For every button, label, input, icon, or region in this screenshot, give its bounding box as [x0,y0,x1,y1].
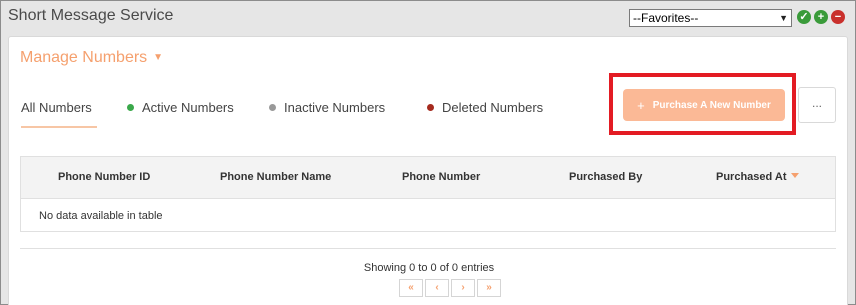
section-title[interactable]: Manage Numbers ▼ [20,49,163,67]
favorites-select[interactable]: --Favorites-- ▼ [629,9,792,27]
tab-label: Inactive Numbers [284,100,386,115]
column-header-purchased-by[interactable]: Purchased By [569,171,642,183]
purchase-new-number-button[interactable]: + Purchase A New Number [623,89,785,121]
tab-all-numbers[interactable]: All Numbers [21,100,92,115]
caret-down-icon: ▼ [153,52,164,63]
column-header-phone-number-name[interactable]: Phone Number Name [220,171,331,183]
status-dot-icon [269,104,276,111]
chevron-down-icon: ▼ [779,13,788,23]
previous-page-button[interactable]: ‹ [425,279,449,297]
section-title-text: Manage Numbers [20,49,148,66]
minus-icon[interactable]: − [831,10,845,24]
tab-label: All Numbers [21,100,92,115]
column-header-phone-number-id[interactable]: Phone Number ID [58,171,150,183]
more-options-button[interactable]: ... [798,87,836,123]
tab-deleted-numbers[interactable]: Deleted Numbers [427,100,543,115]
next-page-button[interactable]: › [451,279,475,297]
table-header: Phone Number ID Phone Number Name Phone … [21,157,835,199]
numbers-table: Phone Number ID Phone Number Name Phone … [20,156,836,232]
plus-icon: + [637,97,645,113]
tab-active-numbers[interactable]: Active Numbers [127,100,234,115]
sort-desc-icon[interactable] [791,173,799,178]
favorites-select-value: --Favorites-- [633,11,699,25]
divider [20,248,836,249]
pagination: « ‹ › » [399,279,503,297]
tab-label: Active Numbers [142,100,234,115]
status-dot-icon [127,104,134,111]
purchase-button-label: Purchase A New Number [652,99,771,111]
tab-label: Deleted Numbers [442,100,544,115]
tab-inactive-numbers[interactable]: Inactive Numbers [269,100,385,115]
empty-table-message: No data available in table [39,210,163,222]
last-page-button[interactable]: » [477,279,501,297]
plus-icon[interactable]: + [814,10,828,24]
app-window: Short Message Service --Favorites-- ▼ ✓ … [0,0,856,305]
check-icon[interactable]: ✓ [797,10,811,24]
app-title: Short Message Service [8,7,174,24]
pagination-info: Showing 0 to 0 of 0 entries [363,262,495,274]
tab-bar: All Numbers Active Numbers Inactive Numb… [9,95,589,129]
manage-numbers-card: Manage Numbers ▼ All Numbers Active Numbe… [8,36,848,305]
status-dot-icon [427,104,434,111]
column-header-phone-number[interactable]: Phone Number [402,171,480,183]
title-bar: Short Message Service --Favorites-- ▼ ✓ … [1,1,855,35]
active-tab-indicator [21,126,97,128]
first-page-button[interactable]: « [399,279,423,297]
column-header-purchased-at[interactable]: Purchased At [716,171,787,183]
